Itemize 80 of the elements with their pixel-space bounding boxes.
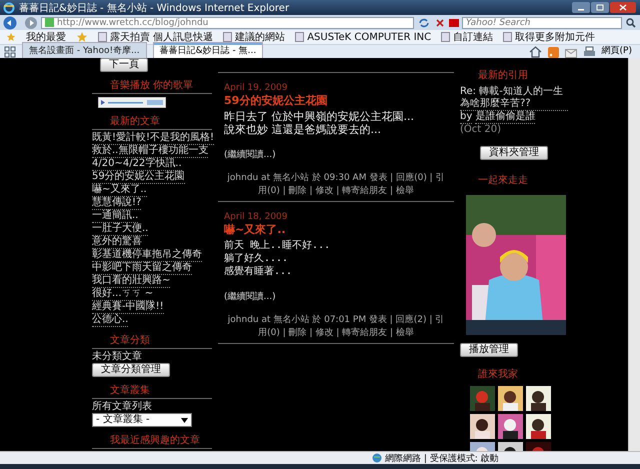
favorites-link[interactable]: 建議的網站 bbox=[223, 30, 286, 44]
article-link[interactable]: 很好...ㄎㄎ ~ bbox=[92, 288, 154, 301]
post-footer: johndu at 無名小站 於 09:30 AM 發表 | 回應(0) | 引用(0) | 刪除 | 修改 | 轉寄給朋友 | 檢舉 bbox=[224, 171, 448, 197]
stop-icon[interactable] bbox=[434, 16, 446, 28]
article-link[interactable]: 4/20~4/22字快訊.. bbox=[92, 158, 182, 171]
maximize-button[interactable] bbox=[591, 2, 609, 13]
playback-manage-button[interactable]: 播放管理 bbox=[460, 343, 518, 357]
read-more-link[interactable]: (繼續閱讀...) bbox=[224, 148, 276, 161]
favorites-link[interactable]: 露天拍賣 個人訊息快遞 bbox=[98, 30, 214, 44]
folder-manage-button[interactable]: 資料夾管理 bbox=[480, 146, 548, 160]
article-link[interactable]: 一肚子大便.. bbox=[92, 223, 148, 236]
collection-dropdown[interactable]: - 文章叢集 - bbox=[92, 413, 192, 427]
article-link[interactable]: 公德心.. bbox=[92, 314, 128, 327]
article-link[interactable]: 救於..無限帽子樓功能一支 bbox=[92, 145, 208, 158]
next-page-button[interactable]: 下一頁 bbox=[100, 58, 148, 72]
article-link[interactable]: 中影吧下雨天留之傳奇 bbox=[92, 262, 192, 275]
article-link[interactable]: 一通簡訊.. bbox=[92, 210, 138, 223]
trackback-author[interactable]: 是誰偷偷是誰 bbox=[475, 111, 536, 124]
post-date: April 19, 2009 bbox=[224, 83, 288, 93]
favorites-button[interactable]: 我的最愛 bbox=[26, 30, 66, 44]
quick-tabs-icon[interactable] bbox=[4, 46, 16, 58]
section-heading: 誰來我家 bbox=[478, 368, 518, 381]
section-heading: 最新的引用 bbox=[478, 68, 528, 82]
post-text: 感覺有睡著... bbox=[224, 265, 294, 278]
post-footer: johndu at 無名小站 於 07:01 PM 發表 | 回應(2) | 引用(0) | 刪除 | 修改 | 轉寄給朋友 | 檢舉 bbox=[224, 313, 448, 339]
browser-tab[interactable]: 無名設畫面 - Yahoo!奇摩... bbox=[22, 42, 147, 58]
scrollbar[interactable] bbox=[628, 58, 640, 451]
post-title[interactable]: 嚇~又來了.. bbox=[224, 222, 286, 237]
article-link[interactable]: 彰基道機停車拖吊之傳奇 bbox=[92, 249, 202, 262]
print-icon[interactable] bbox=[582, 46, 596, 58]
favorites-link[interactable]: 自訂連結 bbox=[441, 30, 494, 44]
audio-player[interactable] bbox=[98, 97, 166, 108]
globe-icon bbox=[372, 453, 382, 463]
section-heading: 一起來走走 bbox=[478, 174, 528, 187]
section-heading: 音樂播放 你的歌單 bbox=[110, 78, 194, 92]
article-link[interactable]: 嚇~又來了.. bbox=[92, 184, 147, 197]
post-text: 昨日去了 位於中興嶺的安妮公主花園... bbox=[224, 110, 414, 123]
article-link[interactable]: 我口看的壯興路~ bbox=[92, 275, 170, 288]
window-title: 蕃蕃日記&妙日誌 - 無名小站 - Windows Internet Explorer bbox=[19, 2, 290, 14]
article-link[interactable]: 既黃!愛計較!不是我的風格! bbox=[92, 132, 214, 145]
article-link[interactable]: 意外的驚喜 bbox=[92, 236, 142, 249]
section-heading: 文章叢集 bbox=[110, 384, 150, 397]
post-text: 說來也妙 這還是爸媽說要去的... bbox=[224, 123, 382, 136]
browser-tab[interactable]: 蕃蕃日記&妙日誌 - 無... bbox=[152, 42, 264, 58]
post-text: 前天 晚上..睡不好... bbox=[224, 239, 330, 252]
close-button[interactable] bbox=[610, 2, 636, 13]
read-more-link[interactable]: (繼續閱讀...) bbox=[224, 290, 276, 303]
security-zone: 網際網路 | 受保護模式: 啟動 bbox=[385, 452, 499, 464]
minimize-button[interactable] bbox=[572, 2, 590, 13]
forward-button[interactable] bbox=[24, 16, 38, 30]
page-icon bbox=[45, 18, 54, 27]
post-text: 躺了好久.... bbox=[224, 252, 290, 265]
category-link[interactable]: 未分類文章 bbox=[92, 351, 142, 363]
mail-icon[interactable] bbox=[564, 49, 577, 58]
caret-icon bbox=[181, 418, 188, 422]
favorites-link[interactable]: 取得更多附加元件 bbox=[503, 30, 596, 44]
page-menu[interactable]: 網頁(P) bbox=[602, 44, 632, 58]
home-icon[interactable] bbox=[528, 46, 542, 58]
trackback-link[interactable]: Re: 轉載-知道人的一生為啥那麼辛苦?? bbox=[460, 86, 568, 111]
search-icon[interactable] bbox=[625, 16, 637, 28]
browser-logo-icon bbox=[3, 2, 15, 14]
post-title[interactable]: 59分的安妮公主花園 bbox=[224, 93, 328, 108]
category-manage-button[interactable]: 文章分類管理 bbox=[92, 363, 170, 377]
address-field[interactable]: http://www.wretch.cc/blog/johndu bbox=[41, 16, 414, 28]
select-label: 所有文章列表 bbox=[92, 401, 152, 413]
trackback-date: (Oct 20) bbox=[460, 124, 501, 136]
section-heading: 我最近感興趣的文章 bbox=[110, 434, 200, 447]
refresh-icon[interactable] bbox=[417, 16, 431, 28]
section-heading: 文章分類 bbox=[110, 334, 150, 347]
search-provider-icon bbox=[449, 18, 459, 26]
section-heading: 最新的文章 bbox=[110, 114, 160, 128]
star-icon bbox=[6, 32, 16, 42]
feed-icon[interactable] bbox=[548, 47, 559, 58]
article-link[interactable]: 經典賽-中國隊!! bbox=[92, 301, 164, 314]
favorites-link[interactable]: ASUSTeK COMPUTER INC bbox=[295, 32, 432, 42]
post-date: April 18, 2009 bbox=[224, 212, 288, 222]
search-field[interactable]: Yahoo! Search bbox=[462, 16, 622, 28]
article-link[interactable]: 慧慧傳說!? bbox=[92, 197, 142, 210]
trackback-by: by bbox=[460, 111, 472, 124]
article-link[interactable]: 59分的安妮公主花園 bbox=[92, 171, 185, 184]
